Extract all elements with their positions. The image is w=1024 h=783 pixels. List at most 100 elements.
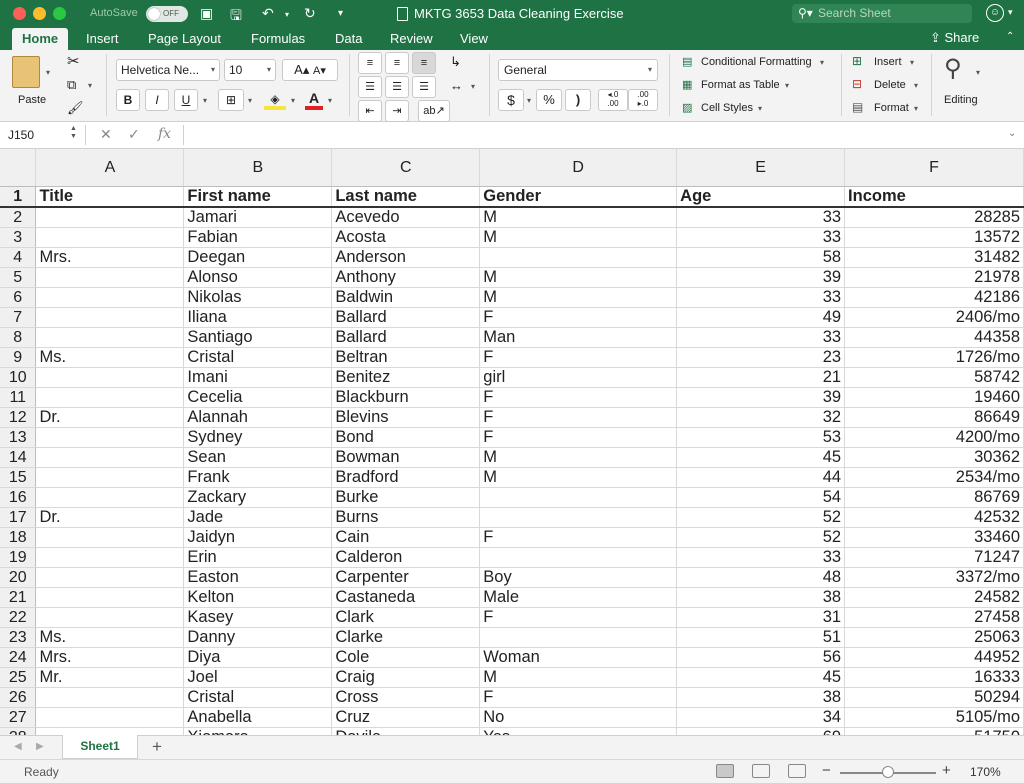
cut-icon[interactable]: ✂ (67, 52, 80, 70)
row-header[interactable]: 18 (0, 527, 37, 548)
cell-age[interactable]: 32 (676, 407, 846, 428)
cell-age[interactable]: 56 (676, 647, 846, 668)
insert-dropdown-icon[interactable]: ▾ (910, 58, 914, 67)
cell-last-name[interactable]: Carpenter (331, 567, 481, 588)
cell-first-name[interactable]: Danny (183, 627, 333, 648)
cell-title[interactable]: Mr. (35, 667, 185, 688)
cell-first-name[interactable]: Jamari (183, 206, 333, 228)
cell-income[interactable]: 42186 (844, 287, 1024, 308)
cell-age[interactable]: 54 (676, 487, 846, 508)
header-cell-gender[interactable]: Gender (479, 186, 678, 208)
cell-income[interactable]: 13572 (844, 227, 1024, 248)
row-header[interactable]: 3 (0, 227, 37, 248)
cell-first-name[interactable]: Alonso (183, 267, 333, 288)
cell-age[interactable]: 34 (676, 707, 846, 728)
row-header[interactable]: 13 (0, 427, 37, 448)
format-painter-icon[interactable]: 🖌 (67, 100, 84, 116)
insert-function-icon[interactable]: fx (158, 126, 171, 142)
cell-age[interactable]: 52 (676, 527, 846, 548)
tab-formulas[interactable]: Formulas (241, 28, 315, 50)
cell-income[interactable]: 27458 (844, 607, 1024, 628)
cell-gender[interactable] (479, 627, 678, 648)
cell-income[interactable]: 24582 (844, 587, 1024, 608)
cell-first-name[interactable]: Alannah (183, 407, 333, 428)
cell-first-name[interactable]: Santiago (183, 327, 333, 348)
align-bottom-icon[interactable]: ≡ (412, 52, 436, 74)
cell-title[interactable] (35, 387, 185, 408)
cell-first-name[interactable]: Zackary (183, 487, 333, 508)
cell-first-name[interactable]: Joel (183, 667, 333, 688)
name-box-stepper-icon[interactable]: ▲ ▼ (70, 125, 77, 141)
format-as-table-button[interactable]: Format as Table (701, 79, 780, 91)
cell-last-name[interactable]: Calderon (331, 547, 481, 568)
row-header[interactable]: 10 (0, 367, 37, 388)
number-format-select[interactable]: General ▾ (498, 59, 658, 81)
increase-font-size-icon[interactable]: A▴ (294, 62, 309, 77)
cell-gender[interactable]: No (479, 707, 678, 728)
format-as-table-dropdown-icon[interactable]: ▾ (785, 81, 789, 90)
cell-title[interactable] (35, 367, 185, 388)
cell-income[interactable]: 86649 (844, 407, 1024, 428)
cell-last-name[interactable]: Davila (331, 727, 481, 735)
cell-income[interactable]: 71247 (844, 547, 1024, 568)
cell-title[interactable] (35, 427, 185, 448)
row-header[interactable]: 23 (0, 627, 37, 648)
increase-indent-icon[interactable]: ⇥ (385, 100, 409, 122)
align-right-icon[interactable]: ☰ (412, 76, 436, 98)
borders-dropdown-icon[interactable]: ▾ (248, 96, 252, 105)
delete-dropdown-icon[interactable]: ▾ (914, 81, 918, 90)
currency-dropdown-icon[interactable]: ▾ (527, 96, 531, 105)
cell-gender[interactable] (479, 247, 678, 268)
tab-view[interactable]: View (450, 28, 498, 50)
row-header[interactable]: 6 (0, 287, 37, 308)
cell-first-name[interactable]: Nikolas (183, 287, 333, 308)
cell-age[interactable]: 58 (676, 247, 846, 268)
format-cells-button[interactable]: Format (874, 102, 909, 114)
row-header[interactable]: 15 (0, 467, 37, 488)
cell-last-name[interactable]: Beltran (331, 347, 481, 368)
bold-button[interactable]: B (116, 89, 140, 111)
cell-title[interactable] (35, 547, 185, 568)
cell-last-name[interactable]: Benitez (331, 367, 481, 388)
row-header[interactable]: 7 (0, 307, 37, 328)
cell-last-name[interactable]: Castaneda (331, 587, 481, 608)
cell-last-name[interactable]: Clarke (331, 627, 481, 648)
column-header-f[interactable]: F (844, 149, 1024, 187)
cell-income[interactable]: 44358 (844, 327, 1024, 348)
cell-age[interactable]: 69 (676, 727, 846, 735)
orientation-icon[interactable]: ab↗ (418, 100, 450, 122)
cell-first-name[interactable]: Kasey (183, 607, 333, 628)
zoom-slider-handle[interactable] (882, 766, 894, 778)
row-header[interactable]: 1 (0, 186, 37, 208)
percent-button[interactable]: % (536, 89, 562, 111)
cell-age[interactable]: 31 (676, 607, 846, 628)
cell-first-name[interactable]: Sean (183, 447, 333, 468)
cell-age[interactable]: 53 (676, 427, 846, 448)
cancel-entry-icon[interactable]: ✕ (100, 126, 112, 143)
tab-home[interactable]: Home (12, 28, 69, 50)
cell-last-name[interactable]: Ballard (331, 307, 481, 328)
row-header[interactable]: 28 (0, 727, 37, 735)
row-header[interactable]: 26 (0, 687, 37, 708)
cell-income[interactable]: 33460 (844, 527, 1024, 548)
cell-styles-button[interactable]: Cell Styles (701, 102, 753, 114)
cell-last-name[interactable]: Anderson (331, 247, 481, 268)
cell-age[interactable]: 39 (676, 387, 846, 408)
cell-last-name[interactable]: Anthony (331, 267, 481, 288)
share-button[interactable]: ⇪ Share (930, 30, 979, 46)
cell-income[interactable]: 50294 (844, 687, 1024, 708)
row-header[interactable]: 12 (0, 407, 37, 428)
delete-cells-button[interactable]: Delete (874, 79, 906, 91)
cell-age[interactable]: 51 (676, 627, 846, 648)
select-all-corner[interactable] (0, 149, 37, 187)
cell-title[interactable] (35, 487, 185, 508)
cell-income[interactable]: 2406/mo (844, 307, 1024, 328)
align-top-icon[interactable]: ≡ (358, 52, 382, 74)
cell-title[interactable] (35, 687, 185, 708)
cell-gender[interactable]: Male (479, 587, 678, 608)
cell-gender[interactable]: M (479, 287, 678, 308)
cell-income[interactable]: 86769 (844, 487, 1024, 508)
editing-search-icon[interactable]: ⚲ (944, 54, 962, 83)
feedback-dropdown-icon[interactable]: ▾ (1008, 7, 1013, 18)
zoom-in-icon[interactable]: + (942, 762, 951, 779)
